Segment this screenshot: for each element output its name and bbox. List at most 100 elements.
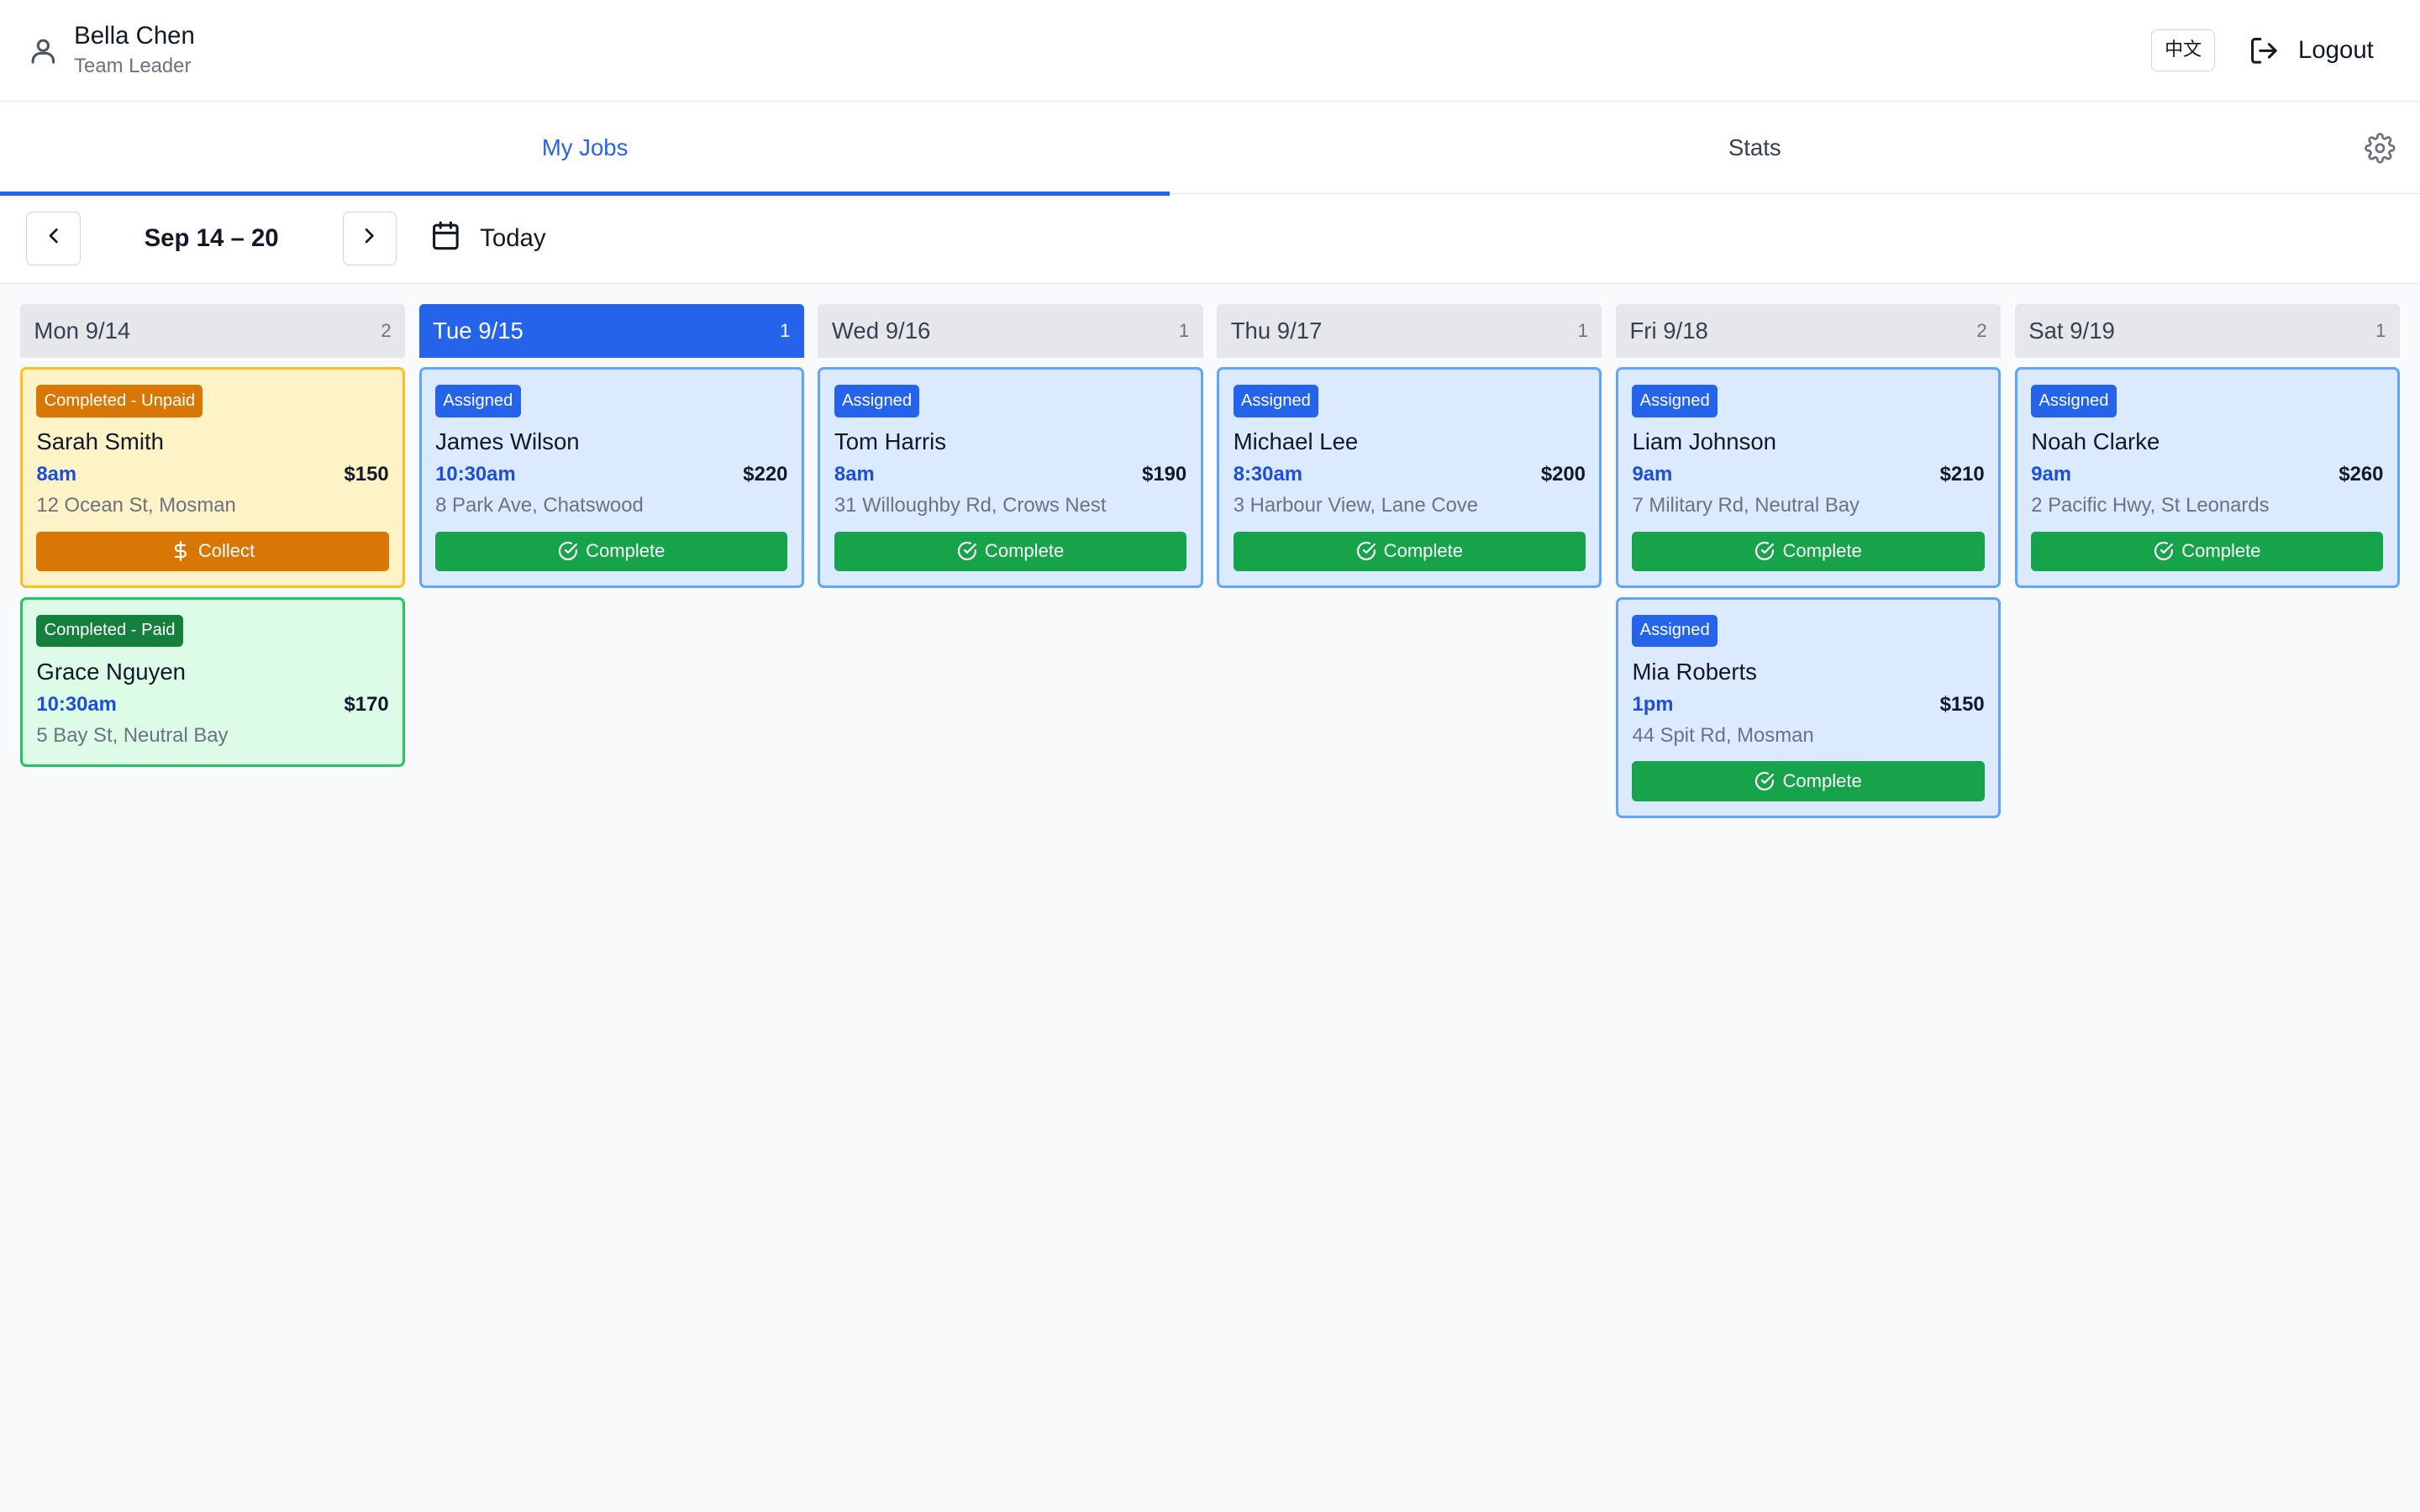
job-card[interactable]: Assigned Michael Lee 8:30am $200 3 Harbour V… xyxy=(1217,367,1602,588)
job-card[interactable]: Completed - Unpaid Sarah Smith 8am $150 12 O… xyxy=(19,367,406,588)
week-columns: Mon 9/14 2 Completed - Unpaid Sarah Smith 8a… xyxy=(0,284,2420,821)
day-label: Tue 9/15 xyxy=(433,317,523,344)
status-badge: Assigned xyxy=(1233,385,1319,417)
job-card[interactable]: Assigned Noah Clarke 9am $260 2 Pacific Hwy,… xyxy=(2014,367,2400,588)
job-time-price: 1pm $150 xyxy=(1632,689,1984,722)
job-price: $200 xyxy=(1540,463,1586,486)
dollar-icon xyxy=(171,541,191,562)
job-card[interactable]: Assigned Tom Harris 8am $190 31 Willoughby R… xyxy=(818,367,1203,588)
status-badge: Completed - Unpaid xyxy=(36,385,203,417)
job-time-price: 8am $150 xyxy=(36,459,388,491)
day-header[interactable]: Mon 9/14 2 xyxy=(19,303,406,359)
day-column: Fri 9/18 2 Assigned Liam Johnson 9am $210 7 Mi… xyxy=(1615,303,2002,821)
next-week-button[interactable] xyxy=(342,212,397,266)
customer-name: Tom Harris xyxy=(834,428,947,454)
job-address: 2 Pacific Hwy, St Leonards xyxy=(2031,493,2270,517)
job-address: 5 Bay St, Neutral Bay xyxy=(36,723,229,747)
day-column: Tue 9/15 1 Assigned James Wilson 10:30am $220… xyxy=(418,303,804,821)
complete-button[interactable]: Complete xyxy=(1632,531,1985,572)
tab-my-jobs[interactable]: My Jobs xyxy=(0,102,1171,197)
day-label: Fri 9/18 xyxy=(1629,317,1708,344)
job-time: 8:30am xyxy=(1233,463,1302,486)
logout-label: Logout xyxy=(2298,36,2374,65)
job-price: $170 xyxy=(344,692,389,716)
job-time: 9am xyxy=(1632,463,1673,486)
job-time: 8am xyxy=(36,463,77,486)
chevron-left-icon xyxy=(41,223,66,254)
day-column: Wed 9/16 1 Assigned Tom Harris 8am $190 31 Wil… xyxy=(818,303,1203,821)
calendar-icon xyxy=(430,220,461,258)
customer-name: Noah Clarke xyxy=(2031,428,2160,454)
job-time: 8am xyxy=(834,463,875,486)
action-label: Collect xyxy=(197,540,255,562)
customer-name: Sarah Smith xyxy=(36,428,164,454)
user-text: Bella Chen Team Leader xyxy=(74,21,195,80)
job-card[interactable]: Assigned Liam Johnson 9am $210 7 Military Rd… xyxy=(1615,367,2002,588)
job-time-price: 10:30am $170 xyxy=(36,689,388,722)
complete-button[interactable]: Complete xyxy=(2031,531,2384,572)
complete-button[interactable]: Complete xyxy=(1632,761,1985,802)
status-badge: Assigned xyxy=(2031,385,2117,417)
action-label: Complete xyxy=(984,540,1065,562)
day-label: Mon 9/14 xyxy=(34,317,131,344)
job-price: $210 xyxy=(1939,463,1985,486)
day-header[interactable]: Thu 9/17 1 xyxy=(1217,303,1602,359)
prev-week-button[interactable] xyxy=(26,212,81,266)
day-job-count: 2 xyxy=(381,319,392,341)
settings-gear-icon[interactable] xyxy=(2365,133,2396,164)
action-label: Complete xyxy=(2181,540,2261,562)
day-header[interactable]: Tue 9/15 1 xyxy=(418,303,804,359)
week-navigation: Sep 14 – 20 Today xyxy=(0,194,2420,284)
job-time-price: 9am $210 xyxy=(1632,459,1984,491)
day-label: Thu 9/17 xyxy=(1230,317,1323,344)
job-time-price: 8:30am $200 xyxy=(1234,459,1586,491)
logout-button[interactable]: Logout xyxy=(2249,35,2392,66)
day-header[interactable]: Sat 9/19 1 xyxy=(2014,303,2400,359)
today-label: Today xyxy=(480,224,546,253)
customer-name: Mia Roberts xyxy=(1632,658,1757,685)
job-address: 44 Spit Rd, Mosman xyxy=(1632,723,1814,747)
today-button[interactable]: Today xyxy=(430,220,546,258)
collect-button[interactable]: Collect xyxy=(36,531,389,572)
complete-button[interactable]: Complete xyxy=(435,531,788,572)
day-header[interactable]: Fri 9/18 2 xyxy=(1615,303,2002,359)
day-job-count: 1 xyxy=(1577,319,1588,341)
job-time: 9am xyxy=(2031,463,2071,486)
day-header[interactable]: Wed 9/16 1 xyxy=(818,303,1203,359)
customer-name: Liam Johnson xyxy=(1632,428,1776,454)
complete-button[interactable]: Complete xyxy=(834,531,1187,572)
week-range: Sep 14 – 20 xyxy=(144,224,279,253)
action-label: Complete xyxy=(1383,540,1463,562)
status-badge: Completed - Paid xyxy=(36,614,183,648)
check-circle-icon xyxy=(1356,541,1376,561)
job-card[interactable]: Completed - Paid Grace Nguyen 10:30am $170 5… xyxy=(19,596,406,767)
job-price: $150 xyxy=(1939,692,1985,716)
customer-name: Grace Nguyen xyxy=(36,658,187,685)
job-time: 10:30am xyxy=(36,692,117,716)
action-label: Complete xyxy=(586,540,666,562)
job-time: 1pm xyxy=(1632,692,1674,716)
user-info: Bella Chen Team Leader xyxy=(28,21,195,80)
chevron-right-icon xyxy=(357,223,381,254)
job-address: 8 Park Ave, Chatswood xyxy=(435,493,644,517)
job-card[interactable]: Assigned James Wilson 10:30am $220 8 Park Av… xyxy=(418,367,804,588)
job-time: 10:30am xyxy=(435,463,516,486)
user-icon xyxy=(28,35,59,66)
status-badge: Assigned xyxy=(834,385,920,417)
job-card[interactable]: Assigned Mia Roberts 1pm $150 44 Spit Rd, Mo… xyxy=(1615,596,2002,818)
check-circle-icon xyxy=(558,541,578,561)
job-address: 7 Military Rd, Neutral Bay xyxy=(1632,493,1860,517)
job-time-price: 9am $260 xyxy=(2031,459,2383,491)
logout-icon xyxy=(2249,35,2280,66)
job-time-price: 8am $190 xyxy=(834,459,1186,491)
job-price: $260 xyxy=(2338,463,2384,486)
language-button[interactable]: 中文 xyxy=(2151,29,2215,71)
day-column: Thu 9/17 1 Assigned Michael Lee 8:30am $200 3 … xyxy=(1217,303,1602,821)
status-badge: Assigned xyxy=(1632,385,1718,417)
action-label: Complete xyxy=(1782,540,1862,562)
tab-stats[interactable]: Stats xyxy=(1170,102,2339,194)
check-circle-icon xyxy=(957,541,977,561)
complete-button[interactable]: Complete xyxy=(1233,531,1586,572)
day-column: Mon 9/14 2 Completed - Unpaid Sarah Smith 8a… xyxy=(19,303,406,821)
user-name: Bella Chen xyxy=(74,22,195,50)
